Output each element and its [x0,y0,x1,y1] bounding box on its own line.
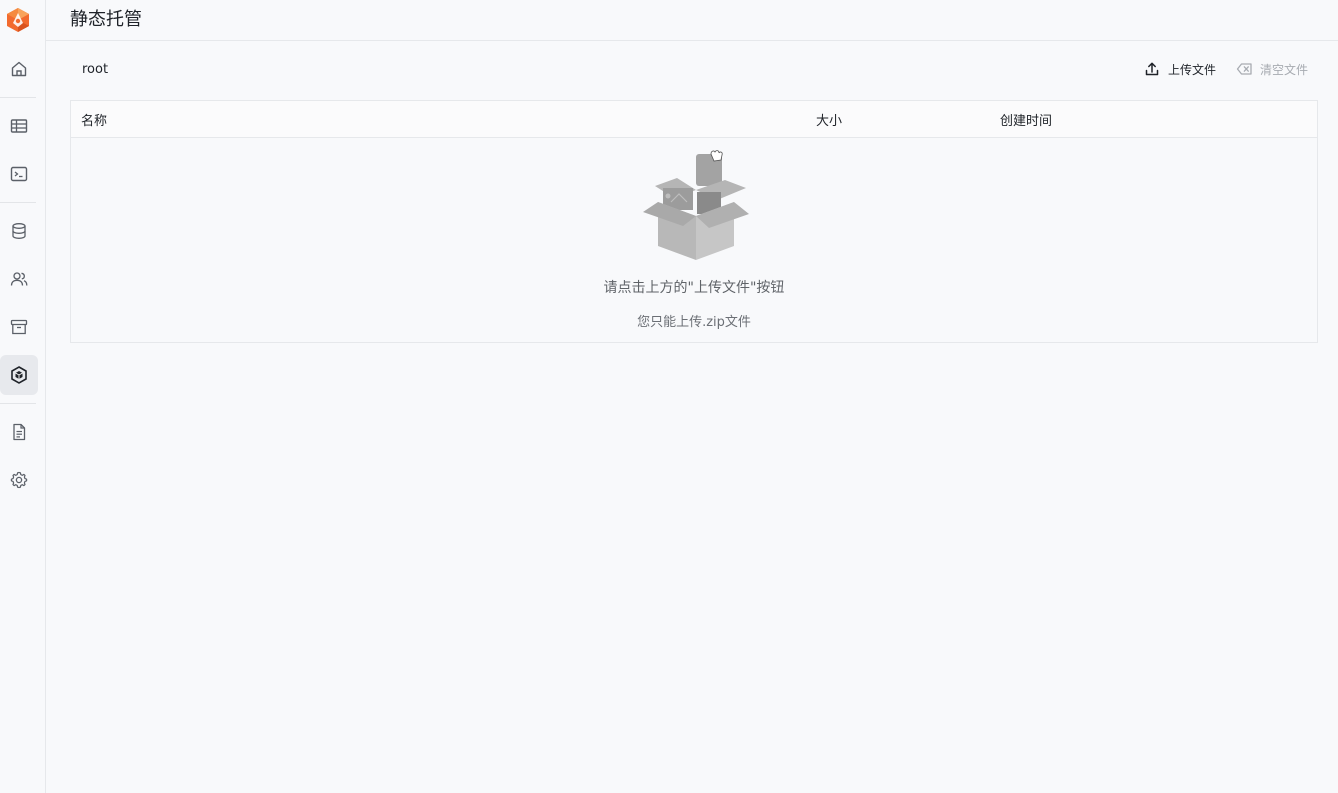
sidebar-divider [0,202,36,203]
table-icon [10,119,28,133]
sidebar [0,0,46,793]
sidebar-divider [0,403,36,404]
app-root: 静态托管 root 上传文件 清空文件 名称 大小 创建时间 请点击上方的"上传… [0,0,1338,793]
hosting-icon [11,366,27,384]
page-title: 静态托管 [70,9,142,30]
terminal-icon [10,166,28,182]
sidebar-item-tables[interactable] [0,106,38,146]
app-logo-icon[interactable] [5,7,31,33]
archive-icon [10,319,28,335]
sidebar-item-home[interactable] [0,49,38,89]
sidebar-item-terminal[interactable] [0,154,38,194]
clear-backspace-icon [1236,63,1252,75]
empty-state-hint: 您只能上传.zip文件 [637,315,751,330]
sidebar-item-users[interactable] [0,259,38,299]
breadcrumb-root[interactable]: root [82,62,108,77]
sidebar-item-settings[interactable] [0,460,38,500]
upload-file-label: 上传文件 [1168,62,1217,77]
topbar: 静态托管 [46,0,1338,41]
empty-state-message: 请点击上方的"上传文件"按钮 [603,280,785,296]
gear-icon [10,471,28,489]
database-icon [12,223,26,239]
table-header: 名称 大小 创建时间 [71,101,1317,138]
sidebar-item-database[interactable] [0,211,38,251]
sidebar-item-archive[interactable] [0,307,38,347]
sidebar-divider [0,97,36,98]
empty-state: 请点击上方的"上传文件"按钮 您只能上传.zip文件 [71,138,1317,342]
clear-files-button[interactable]: 清空文件 [1236,60,1308,78]
document-icon [13,423,26,441]
clear-files-label: 清空文件 [1260,62,1309,77]
upload-file-button[interactable]: 上传文件 [1144,60,1216,78]
sidebar-item-static-hosting[interactable] [0,355,38,395]
column-header-size[interactable]: 大小 [816,110,842,129]
files-table: 名称 大小 创建时间 请点击上方的"上传文件"按钮 您只能上传.zip文件 [70,100,1318,343]
sidebar-item-docs[interactable] [0,412,38,452]
upload-icon [1145,62,1159,76]
empty-box-illustration [643,150,749,260]
home-icon [11,61,27,77]
users-icon [10,272,28,286]
column-header-name[interactable]: 名称 [81,110,107,129]
column-header-created[interactable]: 创建时间 [1000,110,1052,129]
